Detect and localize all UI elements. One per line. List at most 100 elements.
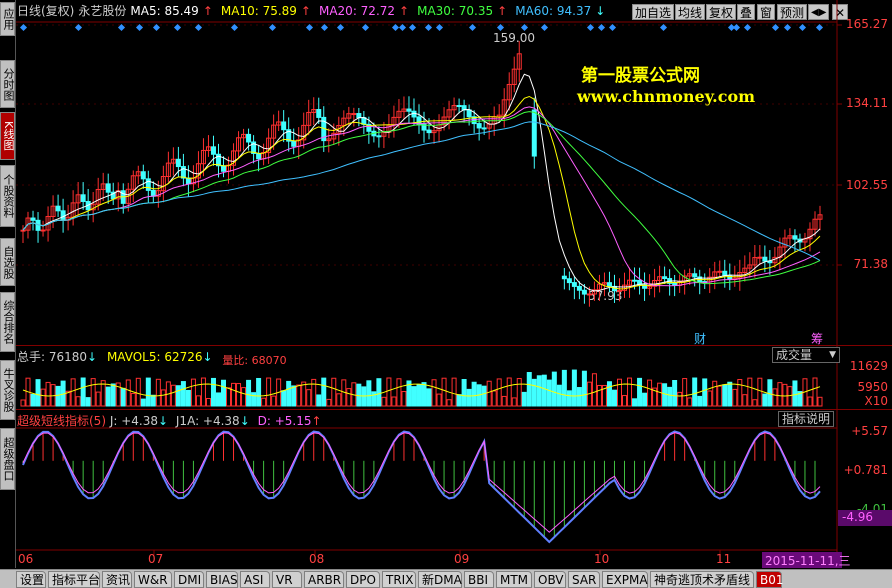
- volume-bar: [185, 389, 191, 407]
- left-tab-diagnosis[interactable]: 牛叉诊股: [0, 360, 15, 420]
- candle-body: [606, 282, 612, 287]
- volume-bar: [256, 377, 262, 407]
- candle-body: [662, 276, 668, 280]
- volume-bar: [20, 399, 26, 407]
- volume-bar: [331, 377, 337, 407]
- candle-body: [416, 116, 422, 125]
- candle-body: [632, 279, 638, 282]
- chevron-down-icon: ▼: [829, 350, 836, 360]
- bottom-tab[interactable]: OBV: [534, 571, 566, 588]
- bottom-tab[interactable]: SAR: [568, 571, 600, 588]
- current-date-label: 2015-11-11,三: [762, 552, 851, 568]
- volume-bar: [752, 399, 758, 407]
- panel-divider: [16, 409, 892, 410]
- candle-body: [481, 127, 487, 130]
- bottom-tab[interactable]: EXPMA: [602, 571, 648, 588]
- volume-bar: [757, 377, 763, 407]
- volume-bar: [241, 387, 247, 407]
- volume-bar: [150, 394, 156, 407]
- volume-bar: [301, 381, 307, 407]
- bottom-tab[interactable]: W&R: [134, 571, 172, 588]
- bottom-tab[interactable]: MTM: [496, 571, 532, 588]
- volume-bar: [311, 378, 317, 407]
- volume-bar: [105, 386, 111, 407]
- volume-bar: [130, 393, 136, 407]
- left-tab-timeshare[interactable]: 分时图: [0, 60, 15, 108]
- volume-bar: [396, 378, 402, 407]
- volume-bar: [145, 377, 151, 407]
- left-tab-watchlist[interactable]: 自选股: [0, 238, 15, 286]
- candle-body: [105, 183, 111, 193]
- volume-bar: [571, 369, 577, 407]
- bottom-tab[interactable]: BIAS: [206, 571, 238, 588]
- indicator-select[interactable]: 成交量 ▼: [772, 347, 840, 363]
- indicator-explain-button[interactable]: 指标说明: [778, 411, 835, 427]
- ma20-line: [22, 106, 821, 287]
- date-tick: 10: [594, 552, 610, 566]
- left-tab-ranking[interactable]: 综合排名: [0, 292, 15, 352]
- bottom-tab[interactable]: TRIX: [382, 571, 416, 588]
- candle-body: [291, 140, 297, 147]
- volume-bar: [682, 378, 688, 407]
- left-tab-apps[interactable]: 应用: [0, 2, 15, 36]
- bottom-indicator-tabs: 设置 指标平台 资讯 W&R DMI BIAS ASI VR ARBR DPO TRIX 新DMA BB…: [0, 569, 892, 588]
- volume-bar: [45, 381, 51, 407]
- candle-body: [561, 275, 567, 280]
- volume-bar: [576, 387, 582, 407]
- volume-bar: [155, 378, 161, 407]
- candle-body: [692, 273, 698, 278]
- bottom-tab[interactable]: B01: [756, 571, 784, 588]
- volume-bar: [120, 387, 126, 407]
- candle-body: [40, 229, 46, 232]
- bottom-tab[interactable]: 资讯: [102, 571, 132, 588]
- bottom-tab[interactable]: ARBR: [304, 571, 344, 588]
- volume-bar: [807, 396, 813, 407]
- panel-divider: [16, 345, 892, 346]
- bottom-tab[interactable]: ASI: [240, 571, 270, 588]
- bottom-tab[interactable]: DPO: [346, 571, 380, 588]
- volume-bar: [296, 384, 302, 407]
- volume-bar: [772, 388, 778, 407]
- candle-body: [426, 129, 432, 134]
- left-tab-stock-info[interactable]: 个股资料: [0, 165, 15, 227]
- candle-body: [185, 177, 191, 185]
- volume-bar: [742, 394, 748, 407]
- candle-body: [576, 285, 582, 291]
- bottom-tab[interactable]: VR: [272, 571, 302, 588]
- date-tick: 11: [716, 552, 732, 566]
- volume-bar: [556, 384, 562, 407]
- bottom-tab[interactable]: DMI: [174, 571, 204, 588]
- bottom-tab[interactable]: 神奇逃顶术矛盾线: [650, 571, 754, 588]
- event-diamond-icon: [732, 23, 741, 32]
- volume-bar: [125, 379, 131, 407]
- left-tab-super-handicap[interactable]: 超级盘口: [0, 428, 15, 490]
- moving-average-lines: [22, 73, 821, 292]
- volume-bar: [381, 396, 387, 407]
- volume-bar: [702, 378, 708, 407]
- volume-bar: [175, 385, 181, 407]
- bottom-tab[interactable]: BBI: [464, 571, 494, 588]
- volume-bar: [637, 377, 643, 407]
- bottom-tab[interactable]: 设置: [16, 571, 46, 588]
- volume-bar: [436, 393, 442, 407]
- volume-bar: [346, 388, 352, 407]
- volume-bar: [692, 377, 698, 407]
- volume-bar: [737, 379, 743, 407]
- left-tab-kline[interactable]: K线图: [0, 112, 15, 160]
- volume-bar: [40, 388, 46, 407]
- volume-bar: [80, 377, 86, 407]
- volume-bar: [712, 380, 718, 407]
- candle-body: [616, 289, 622, 292]
- event-diamond-row: [19, 23, 824, 32]
- volume-bar: [531, 378, 537, 407]
- volume-bar: [95, 391, 101, 407]
- volume-bar: [401, 391, 407, 407]
- bottom-tab[interactable]: 新DMA: [418, 571, 462, 588]
- volume-bar: [521, 391, 527, 407]
- candle-body: [281, 121, 287, 131]
- volume-bar: [55, 385, 61, 407]
- event-diamond-icon: [19, 23, 28, 32]
- bottom-tab[interactable]: 指标平台: [48, 571, 100, 588]
- volume-bar: [140, 398, 146, 407]
- candle-body: [757, 256, 763, 259]
